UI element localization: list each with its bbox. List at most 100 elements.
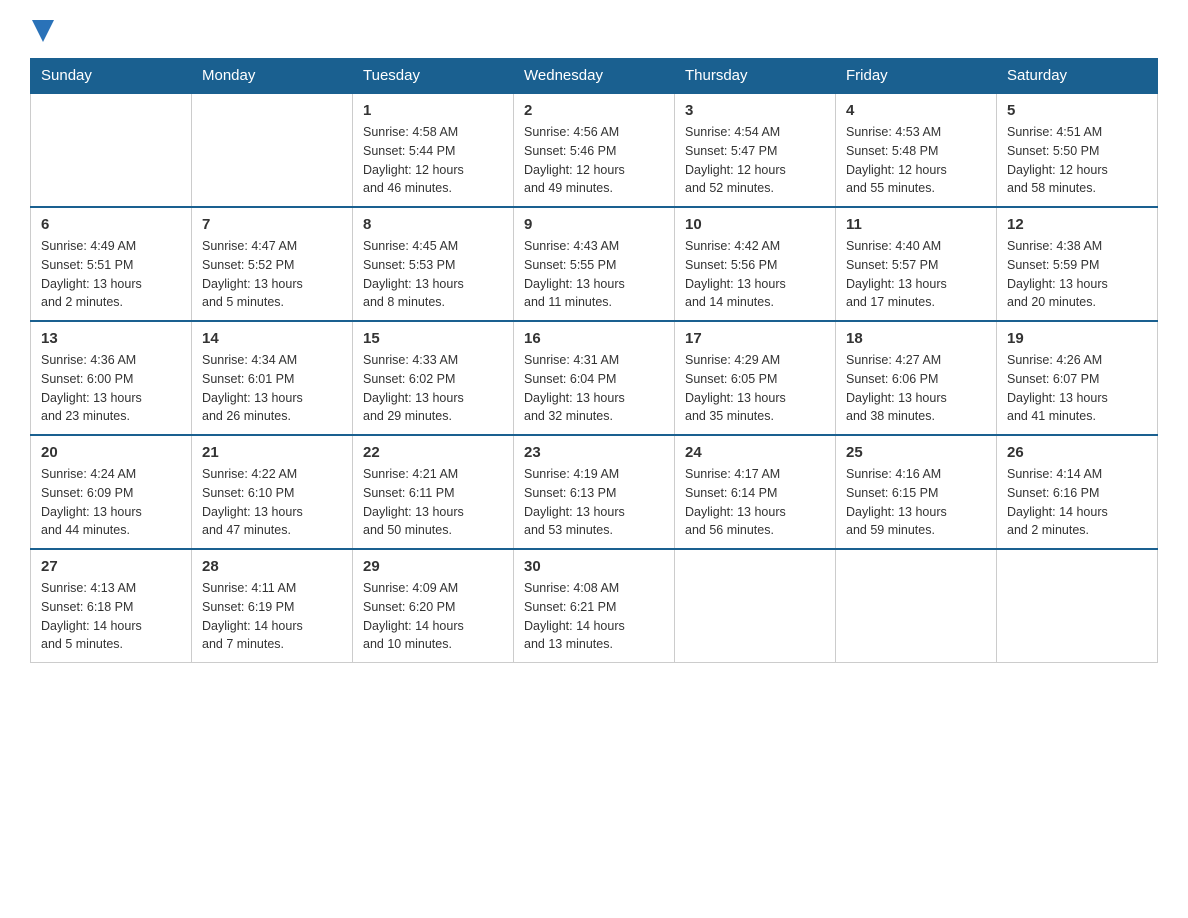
day-number: 9 [524, 216, 664, 233]
day-number: 24 [685, 444, 825, 461]
day-number: 4 [846, 102, 986, 119]
calendar-week-row: 1Sunrise: 4:58 AM Sunset: 5:44 PM Daylig… [31, 93, 1158, 207]
calendar-cell [836, 549, 997, 663]
day-number: 11 [846, 216, 986, 233]
weekday-monday: Monday [192, 59, 353, 94]
day-info: Sunrise: 4:24 AM Sunset: 6:09 PM Dayligh… [41, 465, 181, 540]
day-info: Sunrise: 4:49 AM Sunset: 5:51 PM Dayligh… [41, 237, 181, 312]
calendar-cell: 18 Sunrise: 4:27 AM Sunset: 6:06 PM Dayli… [836, 321, 997, 435]
calendar-cell: 2 Sunrise: 4:56 AM Sunset: 5:46 PM Daylig… [514, 93, 675, 207]
calendar-cell: 19 Sunrise: 4:26 AM Sunset: 6:07 PM Dayli… [997, 321, 1158, 435]
weekday-sunday: Sunday [31, 59, 192, 94]
calendar-cell: 22 Sunrise: 4:21 AM Sunset: 6:11 PM Dayli… [353, 435, 514, 549]
day-number: 12 [1007, 216, 1147, 233]
day-number: 22 [363, 444, 503, 461]
day-number: 1 [363, 102, 503, 119]
day-info: Sunrise: 4:38 AM Sunset: 5:59 PM Dayligh… [1007, 237, 1147, 312]
calendar-cell: 1Sunrise: 4:58 AM Sunset: 5:44 PM Daylig… [353, 93, 514, 207]
calendar-cell: 15 Sunrise: 4:33 AM Sunset: 6:02 PM Dayli… [353, 321, 514, 435]
day-info: Sunrise: 4:22 AM Sunset: 6:10 PM Dayligh… [202, 465, 342, 540]
day-number: 6 [41, 216, 181, 233]
weekday-thursday: Thursday [675, 59, 836, 94]
day-info: Sunrise: 4:51 AM Sunset: 5:50 PM Dayligh… [1007, 123, 1147, 198]
calendar-cell: 24 Sunrise: 4:17 AM Sunset: 6:14 PM Dayli… [675, 435, 836, 549]
day-info: Sunrise: 4:17 AM Sunset: 6:14 PM Dayligh… [685, 465, 825, 540]
calendar-table: SundayMondayTuesdayWednesdayThursdayFrid… [30, 58, 1158, 663]
day-info: Sunrise: 4:42 AM Sunset: 5:56 PM Dayligh… [685, 237, 825, 312]
day-number: 10 [685, 216, 825, 233]
day-number: 21 [202, 444, 342, 461]
calendar-cell [675, 549, 836, 663]
day-info: Sunrise: 4:14 AM Sunset: 6:16 PM Dayligh… [1007, 465, 1147, 540]
calendar-cell: 6 Sunrise: 4:49 AM Sunset: 5:51 PM Daylig… [31, 207, 192, 321]
day-info: Sunrise: 4:54 AM Sunset: 5:47 PM Dayligh… [685, 123, 825, 198]
day-info: Sunrise: 4:43 AM Sunset: 5:55 PM Dayligh… [524, 237, 664, 312]
calendar-cell: 8 Sunrise: 4:45 AM Sunset: 5:53 PM Daylig… [353, 207, 514, 321]
logo-triangle-icon [32, 20, 54, 42]
calendar-cell: 28Sunrise: 4:11 AM Sunset: 6:19 PM Dayli… [192, 549, 353, 663]
day-info: Sunrise: 4:08 AM Sunset: 6:21 PM Dayligh… [524, 579, 664, 654]
calendar-cell: 10 Sunrise: 4:42 AM Sunset: 5:56 PM Dayli… [675, 207, 836, 321]
day-info: Sunrise: 4:21 AM Sunset: 6:11 PM Dayligh… [363, 465, 503, 540]
calendar-cell: 26Sunrise: 4:14 AM Sunset: 6:16 PM Dayli… [997, 435, 1158, 549]
calendar-cell: 16 Sunrise: 4:31 AM Sunset: 6:04 PM Dayli… [514, 321, 675, 435]
calendar-cell: 17 Sunrise: 4:29 AM Sunset: 6:05 PM Dayli… [675, 321, 836, 435]
day-info: Sunrise: 4:56 AM Sunset: 5:46 PM Dayligh… [524, 123, 664, 198]
weekday-saturday: Saturday [997, 59, 1158, 94]
weekday-tuesday: Tuesday [353, 59, 514, 94]
calendar-cell: 7 Sunrise: 4:47 AM Sunset: 5:52 PM Daylig… [192, 207, 353, 321]
day-number: 17 [685, 330, 825, 347]
day-info: Sunrise: 4:19 AM Sunset: 6:13 PM Dayligh… [524, 465, 664, 540]
day-info: Sunrise: 4:09 AM Sunset: 6:20 PM Dayligh… [363, 579, 503, 654]
calendar-cell: 5 Sunrise: 4:51 AM Sunset: 5:50 PM Daylig… [997, 93, 1158, 207]
day-number: 7 [202, 216, 342, 233]
day-info: Sunrise: 4:45 AM Sunset: 5:53 PM Dayligh… [363, 237, 503, 312]
calendar-body: 1Sunrise: 4:58 AM Sunset: 5:44 PM Daylig… [31, 93, 1158, 663]
calendar-cell: 4 Sunrise: 4:53 AM Sunset: 5:48 PM Daylig… [836, 93, 997, 207]
day-info: Sunrise: 4:33 AM Sunset: 6:02 PM Dayligh… [363, 351, 503, 426]
day-info: Sunrise: 4:47 AM Sunset: 5:52 PM Dayligh… [202, 237, 342, 312]
day-info: Sunrise: 4:26 AM Sunset: 6:07 PM Dayligh… [1007, 351, 1147, 426]
day-number: 16 [524, 330, 664, 347]
day-info: Sunrise: 4:29 AM Sunset: 6:05 PM Dayligh… [685, 351, 825, 426]
day-info: Sunrise: 4:11 AM Sunset: 6:19 PM Dayligh… [202, 579, 342, 654]
calendar-cell: 12 Sunrise: 4:38 AM Sunset: 5:59 PM Dayli… [997, 207, 1158, 321]
calendar-cell [997, 549, 1158, 663]
day-number: 19 [1007, 330, 1147, 347]
weekday-wednesday: Wednesday [514, 59, 675, 94]
day-info: Sunrise: 4:27 AM Sunset: 6:06 PM Dayligh… [846, 351, 986, 426]
day-number: 3 [685, 102, 825, 119]
day-number: 29 [363, 558, 503, 575]
day-info: Sunrise: 4:40 AM Sunset: 5:57 PM Dayligh… [846, 237, 986, 312]
calendar-cell: 11 Sunrise: 4:40 AM Sunset: 5:57 PM Dayli… [836, 207, 997, 321]
day-number: 8 [363, 216, 503, 233]
page-header [30, 20, 1158, 38]
calendar-cell: 13 Sunrise: 4:36 AM Sunset: 6:00 PM Dayli… [31, 321, 192, 435]
day-number: 23 [524, 444, 664, 461]
calendar-cell: 20 Sunrise: 4:24 AM Sunset: 6:09 PM Dayli… [31, 435, 192, 549]
day-number: 30 [524, 558, 664, 575]
day-info: Sunrise: 4:31 AM Sunset: 6:04 PM Dayligh… [524, 351, 664, 426]
day-number: 5 [1007, 102, 1147, 119]
calendar-week-row: 13 Sunrise: 4:36 AM Sunset: 6:00 PM Dayli… [31, 321, 1158, 435]
weekday-friday: Friday [836, 59, 997, 94]
calendar-cell: 3 Sunrise: 4:54 AM Sunset: 5:47 PM Daylig… [675, 93, 836, 207]
calendar-week-row: 20 Sunrise: 4:24 AM Sunset: 6:09 PM Dayli… [31, 435, 1158, 549]
calendar-cell: 9 Sunrise: 4:43 AM Sunset: 5:55 PM Daylig… [514, 207, 675, 321]
weekday-header-row: SundayMondayTuesdayWednesdayThursdayFrid… [31, 59, 1158, 94]
day-number: 2 [524, 102, 664, 119]
logo [30, 20, 54, 38]
day-info: Sunrise: 4:13 AM Sunset: 6:18 PM Dayligh… [41, 579, 181, 654]
calendar-cell: 21 Sunrise: 4:22 AM Sunset: 6:10 PM Dayli… [192, 435, 353, 549]
calendar-week-row: 27 Sunrise: 4:13 AM Sunset: 6:18 PM Dayli… [31, 549, 1158, 663]
calendar-cell [192, 93, 353, 207]
day-number: 27 [41, 558, 181, 575]
day-number: 15 [363, 330, 503, 347]
day-info: Sunrise: 4:53 AM Sunset: 5:48 PM Dayligh… [846, 123, 986, 198]
day-info: Sunrise: 4:36 AM Sunset: 6:00 PM Dayligh… [41, 351, 181, 426]
day-number: 18 [846, 330, 986, 347]
day-number: 20 [41, 444, 181, 461]
calendar-header: SundayMondayTuesdayWednesdayThursdayFrid… [31, 59, 1158, 94]
day-number: 13 [41, 330, 181, 347]
calendar-week-row: 6 Sunrise: 4:49 AM Sunset: 5:51 PM Daylig… [31, 207, 1158, 321]
